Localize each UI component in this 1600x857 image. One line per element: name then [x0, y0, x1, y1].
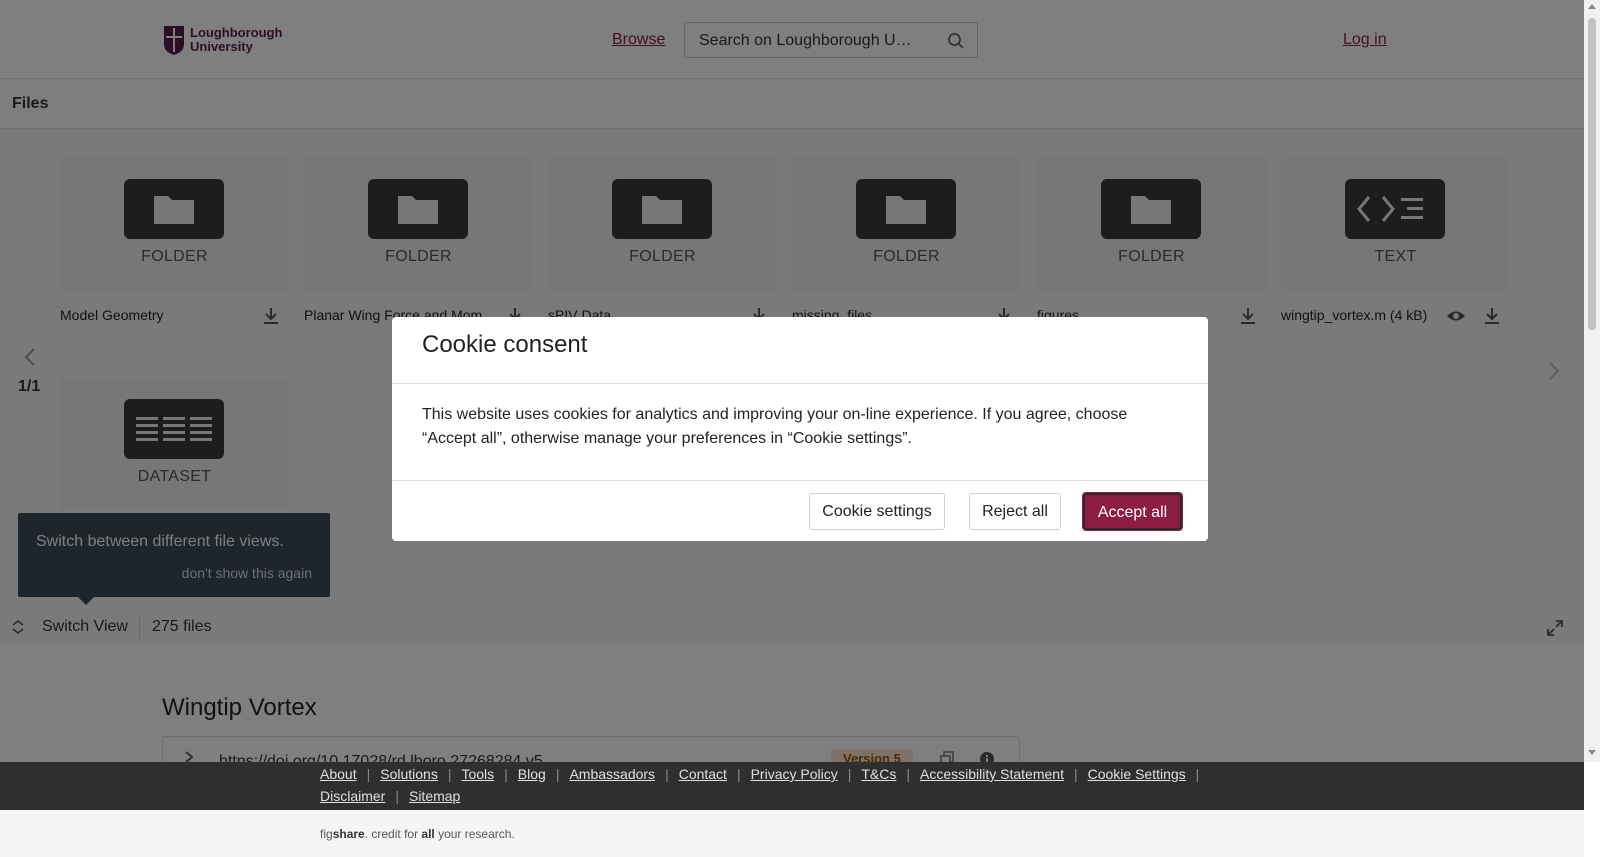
footer-link-disclaimer[interactable]: Disclaimer — [320, 788, 385, 804]
footer-link-accessibility[interactable]: Accessibility Statement — [920, 766, 1064, 782]
scroll-up-arrow[interactable] — [1588, 4, 1596, 9]
footer-separator: | — [555, 766, 560, 782]
footer-separator: | — [447, 766, 452, 782]
footer-link-blog[interactable]: Blog — [518, 766, 546, 782]
scroll-down-arrow[interactable] — [1588, 750, 1596, 755]
footer-link-tcs[interactable]: T&Cs — [861, 766, 896, 782]
footer-link-about[interactable]: About — [320, 766, 357, 782]
footer-separator: | — [395, 788, 399, 804]
footer-link-contact[interactable]: Contact — [679, 766, 727, 782]
page-scrollbar[interactable] — [1584, 0, 1600, 762]
footer-link-ambassadors[interactable]: Ambassadors — [569, 766, 655, 782]
modal-divider — [392, 480, 1208, 481]
credit-part: . credit for — [364, 827, 422, 841]
scroll-thumb[interactable] — [1588, 18, 1596, 330]
footer-credit-bar: figshare. credit for all your research. — [0, 810, 1584, 857]
modal-title: Cookie consent — [422, 331, 588, 358]
footer-separator: | — [847, 766, 852, 782]
credit-part: fig — [320, 827, 333, 841]
footer-link-solutions[interactable]: Solutions — [380, 766, 438, 782]
site-footer: About | Solutions | Tools | Blog | Ambassado… — [0, 762, 1584, 810]
footer-separator: | — [504, 766, 508, 782]
figshare-credit: figshare. credit for all your research. — [320, 827, 515, 841]
footer-separator: | — [736, 766, 741, 782]
footer-link-sitemap[interactable]: Sitemap — [409, 788, 460, 804]
footer-link-cookie-settings[interactable]: Cookie Settings — [1088, 766, 1186, 782]
credit-brand: share — [332, 827, 365, 841]
modal-divider — [392, 383, 1208, 384]
modal-body: This website uses cookies for analytics … — [422, 406, 1128, 447]
footer-separator: | — [906, 766, 911, 782]
credit-emphasis: all — [421, 827, 435, 841]
credit-part: your research. — [434, 827, 515, 841]
footer-link-privacy[interactable]: Privacy Policy — [751, 766, 838, 782]
accept-all-button[interactable]: Accept all — [1082, 492, 1183, 531]
cookie-consent-modal: Cookie consent This website uses cookies… — [392, 317, 1208, 541]
reject-all-button[interactable]: Reject all — [969, 493, 1061, 530]
footer-links: About | Solutions | Tools | Blog | Ambassado… — [320, 766, 1240, 804]
cookie-settings-button[interactable]: Cookie settings — [809, 493, 945, 530]
footer-separator: | — [665, 766, 669, 782]
footer-link-tools[interactable]: Tools — [461, 766, 494, 782]
footer-separator: | — [366, 766, 371, 782]
footer-separator: | — [1073, 766, 1078, 782]
footer-separator: | — [1195, 766, 1200, 782]
